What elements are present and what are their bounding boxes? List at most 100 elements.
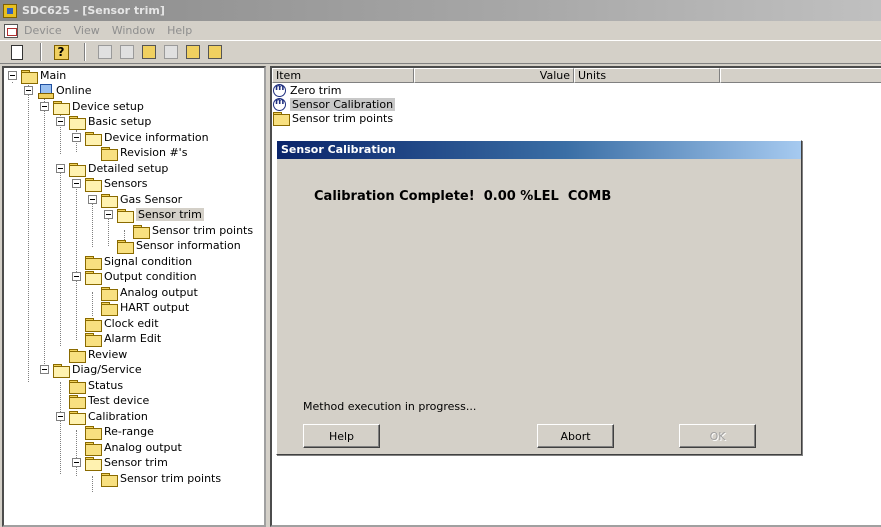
tree-item-diag-sensor-trim[interactable]: Sensor trim (72, 455, 168, 471)
menu-view[interactable]: View (74, 24, 100, 37)
tree-item-alarm-edit[interactable]: Alarm Edit (85, 331, 161, 347)
collapse-icon[interactable] (24, 86, 33, 95)
print-icon[interactable] (162, 43, 180, 61)
sensor-calibration-dialog: Sensor Calibration Calibration Complete!… (276, 140, 802, 455)
tree-item-detailed-setup[interactable]: Detailed setup (56, 161, 168, 177)
method-icon (273, 83, 286, 97)
calibration-message: Calibration Complete! 0.00 %LEL COMB (314, 189, 612, 204)
folder-icon (101, 301, 118, 316)
tree-item-revision[interactable]: Revision #'s (101, 145, 188, 161)
column-header-value[interactable]: Value (414, 68, 574, 83)
collapse-icon[interactable] (72, 133, 81, 142)
tree-item-analog-output[interactable]: Analog output (101, 285, 198, 301)
folder-icon (101, 146, 118, 161)
tree-label: Sensors (104, 177, 148, 190)
help-icon[interactable] (52, 43, 70, 61)
tree-label: Status (88, 379, 124, 392)
new-file-icon[interactable] (8, 43, 26, 61)
tree-item-online[interactable]: Online (24, 83, 91, 99)
tree-item-basic-setup[interactable]: Basic setup (56, 114, 151, 130)
window-title: SDC625 - [Sensor trim] (22, 4, 165, 17)
tree-connector (92, 476, 93, 492)
abort-button[interactable]: Abort (537, 424, 614, 448)
folder-icon (69, 348, 86, 363)
menu-help[interactable]: Help (167, 24, 192, 37)
tree-label: Analog output (120, 286, 198, 299)
tree-label: Review (88, 348, 128, 361)
collapse-icon[interactable] (56, 412, 65, 421)
collapse-icon[interactable] (56, 164, 65, 173)
toolbar (0, 40, 881, 64)
tree-label-selected: Sensor trim (136, 208, 204, 221)
tree-item-main[interactable]: Main (8, 68, 67, 84)
ok-button[interactable]: OK (679, 424, 756, 448)
list-item-zero-trim[interactable]: Zero trim (272, 83, 341, 97)
tree-item-status[interactable]: Status (69, 378, 124, 394)
method-status-text: Method execution in progress... (303, 400, 477, 413)
tree-item-output-condition[interactable]: Output condition (72, 269, 197, 285)
list-item-sensor-calibration[interactable]: Sensor Calibration (272, 97, 396, 111)
list-item-sensor-trim-points[interactable]: Sensor trim points (272, 111, 393, 126)
folder-open-icon (69, 115, 86, 130)
online-icon[interactable] (140, 43, 158, 61)
tree-item-device-information[interactable]: Device information (72, 130, 209, 146)
folder-icon (85, 255, 102, 270)
help-button[interactable]: Help (303, 424, 380, 448)
tree-connector (60, 382, 61, 474)
network-icon[interactable] (118, 43, 136, 61)
tree-connector (92, 292, 93, 316)
tree-label: Revision #'s (120, 146, 188, 159)
tree-item-re-range[interactable]: Re-range (85, 424, 154, 440)
tree-label: Signal condition (104, 255, 193, 268)
column-header-units[interactable]: Units (574, 68, 720, 83)
sync-icon[interactable] (206, 43, 224, 61)
tree-item-sensors[interactable]: Sensors (72, 176, 148, 192)
document-icon[interactable] (4, 23, 18, 38)
device-tree[interactable]: Main Online Device setup Basic setup Dev… (2, 66, 266, 527)
folder-icon (85, 425, 102, 440)
dialog-title: Sensor Calibration (277, 141, 801, 159)
menu-device[interactable]: Device (24, 24, 62, 37)
device-icon[interactable] (96, 43, 114, 61)
tree-item-diag-sensor-trim-points[interactable]: Sensor trim points (101, 471, 221, 487)
collapse-icon[interactable] (56, 117, 65, 126)
folder-icon (101, 286, 118, 301)
tree-item-sensor-trim[interactable]: Sensor trim (104, 207, 204, 223)
menu-window[interactable]: Window (112, 24, 155, 37)
tree-item-sensor-information[interactable]: Sensor information (117, 238, 241, 254)
folder-open-icon (85, 456, 102, 471)
tree-item-gas-sensor[interactable]: Gas Sensor (88, 192, 182, 208)
folder-open-icon (69, 162, 86, 177)
collapse-icon[interactable] (8, 71, 17, 80)
collapse-icon[interactable] (72, 458, 81, 467)
tree-item-device-setup[interactable]: Device setup (40, 99, 144, 115)
collapse-icon[interactable] (104, 210, 113, 219)
tree-item-hart-output[interactable]: HART output (101, 300, 189, 316)
app-icon (3, 3, 17, 18)
folder-open-icon (85, 270, 102, 285)
tree-item-test-device[interactable]: Test device (69, 393, 149, 409)
tree-item-calibration[interactable]: Calibration (56, 409, 148, 425)
folder-icon (69, 394, 86, 409)
tree-label: Main (40, 69, 67, 82)
collapse-icon[interactable] (72, 179, 81, 188)
collapse-icon[interactable] (88, 195, 97, 204)
tree-connector (28, 82, 29, 382)
folder-open-icon (53, 100, 70, 115)
folder-icon (101, 472, 118, 487)
collapse-icon[interactable] (40, 102, 49, 111)
collapse-icon[interactable] (40, 365, 49, 374)
folder-icon (21, 69, 38, 84)
tree-item-diag-service[interactable]: Diag/Service (40, 362, 142, 378)
folder-icon (117, 239, 134, 254)
tree-item-review[interactable]: Review (69, 347, 128, 363)
folder-icon (85, 441, 102, 456)
column-header-item[interactable]: Item (272, 68, 414, 83)
transfer-icon[interactable] (184, 43, 202, 61)
tree-item-signal-condition[interactable]: Signal condition (85, 254, 193, 270)
tree-item-sensor-trim-points[interactable]: Sensor trim points (133, 223, 253, 239)
folder-open-icon (69, 410, 86, 425)
collapse-icon[interactable] (72, 272, 81, 281)
tree-item-clock-edit[interactable]: Clock edit (85, 316, 159, 332)
tree-item-diag-analog-output[interactable]: Analog output (85, 440, 182, 456)
